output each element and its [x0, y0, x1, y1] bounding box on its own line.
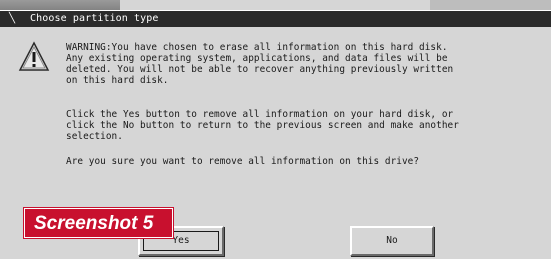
dialog-titlebar[interactable]: ╲ Choose partition type: [0, 11, 551, 27]
instruction-message: Click the Yes button to remove all infor…: [66, 109, 459, 142]
warning-message: WARNING:You have chosen to erase all inf…: [66, 42, 454, 86]
screenshot-caption-badge: Screenshot 5: [24, 208, 173, 238]
screen: ╲ Choose partition type WARNING:You have…: [0, 0, 551, 259]
no-button[interactable]: No: [350, 226, 434, 256]
warning-icon: [18, 41, 50, 71]
dialog-title: Choose partition type: [30, 13, 159, 24]
no-button-label: No: [386, 235, 398, 246]
window-menu-icon[interactable]: ╲: [9, 11, 15, 27]
confirmation-question: Are you sure you want to remove all info…: [66, 156, 420, 167]
